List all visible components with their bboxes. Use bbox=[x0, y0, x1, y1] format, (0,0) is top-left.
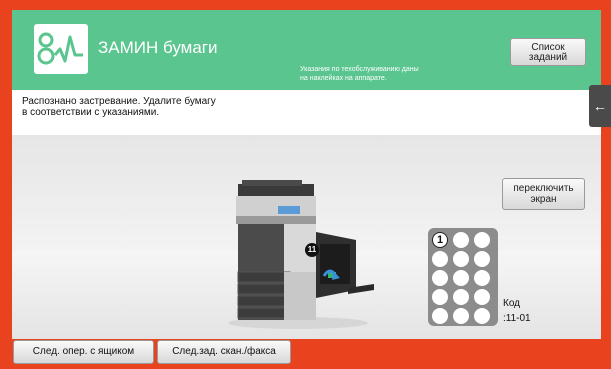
code-dot bbox=[432, 270, 448, 286]
code-dot bbox=[432, 289, 448, 305]
side-panel-tab[interactable]: ← bbox=[589, 85, 611, 127]
code-dot bbox=[474, 270, 490, 286]
code-dot bbox=[453, 308, 469, 324]
jam-message-line2: в соответствии с указаниями. bbox=[22, 107, 160, 118]
code-dot bbox=[474, 308, 490, 324]
error-code-title: Код bbox=[503, 298, 521, 309]
code-dot bbox=[474, 289, 490, 305]
mfp-printer-icon: 11 bbox=[228, 180, 378, 335]
code-dot-active: 1 bbox=[432, 232, 448, 248]
error-code-value: :11-01 bbox=[503, 313, 531, 324]
switch-screen-button-line2: экран bbox=[530, 194, 557, 205]
screen-frame: ЗАМИН бумаги Указания по техобслуживанию… bbox=[0, 0, 611, 369]
switch-screen-button[interactable]: переключить экран bbox=[502, 178, 585, 210]
error-code-label: Код :11-01 bbox=[503, 296, 531, 326]
code-dot bbox=[432, 308, 448, 324]
code-dot bbox=[474, 251, 490, 267]
paper-jam-logo-icon bbox=[34, 24, 88, 74]
maintenance-note-line1: Указания по техобслуживанию даны bbox=[300, 66, 419, 73]
code-dot bbox=[474, 232, 490, 248]
code-indicator-panel: 1 bbox=[428, 228, 498, 326]
frame-border-top bbox=[0, 0, 611, 10]
jam-message: Распознано застревание. Удалите бумагу в… bbox=[22, 96, 322, 118]
page-title: ЗАМИН бумаги bbox=[98, 38, 218, 57]
frame-border-left bbox=[0, 0, 12, 369]
job-list-button-line2: заданий bbox=[528, 52, 568, 63]
arrow-left-icon: ← bbox=[593, 98, 607, 114]
header-bar: ЗАМИН бумаги Указания по техобслуживанию… bbox=[12, 10, 601, 90]
jam-location-callout: 11 bbox=[307, 245, 317, 254]
job-list-button[interactable]: Список заданий bbox=[510, 38, 586, 66]
frame-border-right bbox=[601, 0, 611, 369]
next-scan-fax-job-button[interactable]: След.зад. скан./факса bbox=[157, 340, 291, 364]
code-dot bbox=[453, 289, 469, 305]
code-dot bbox=[453, 251, 469, 267]
maintenance-note: Указания по техобслуживанию даны на накл… bbox=[300, 65, 419, 83]
code-dot bbox=[453, 232, 469, 248]
jam-message-line1: Распознано застревание. Удалите бумагу bbox=[22, 96, 216, 107]
code-dot bbox=[432, 251, 448, 267]
next-tray-operation-button[interactable]: След. опер. с ящиком bbox=[13, 340, 154, 364]
switch-screen-button-line1: переключить bbox=[513, 183, 574, 194]
maintenance-note-line2: на наклейках на аппарате. bbox=[300, 75, 387, 82]
code-dot bbox=[453, 270, 469, 286]
